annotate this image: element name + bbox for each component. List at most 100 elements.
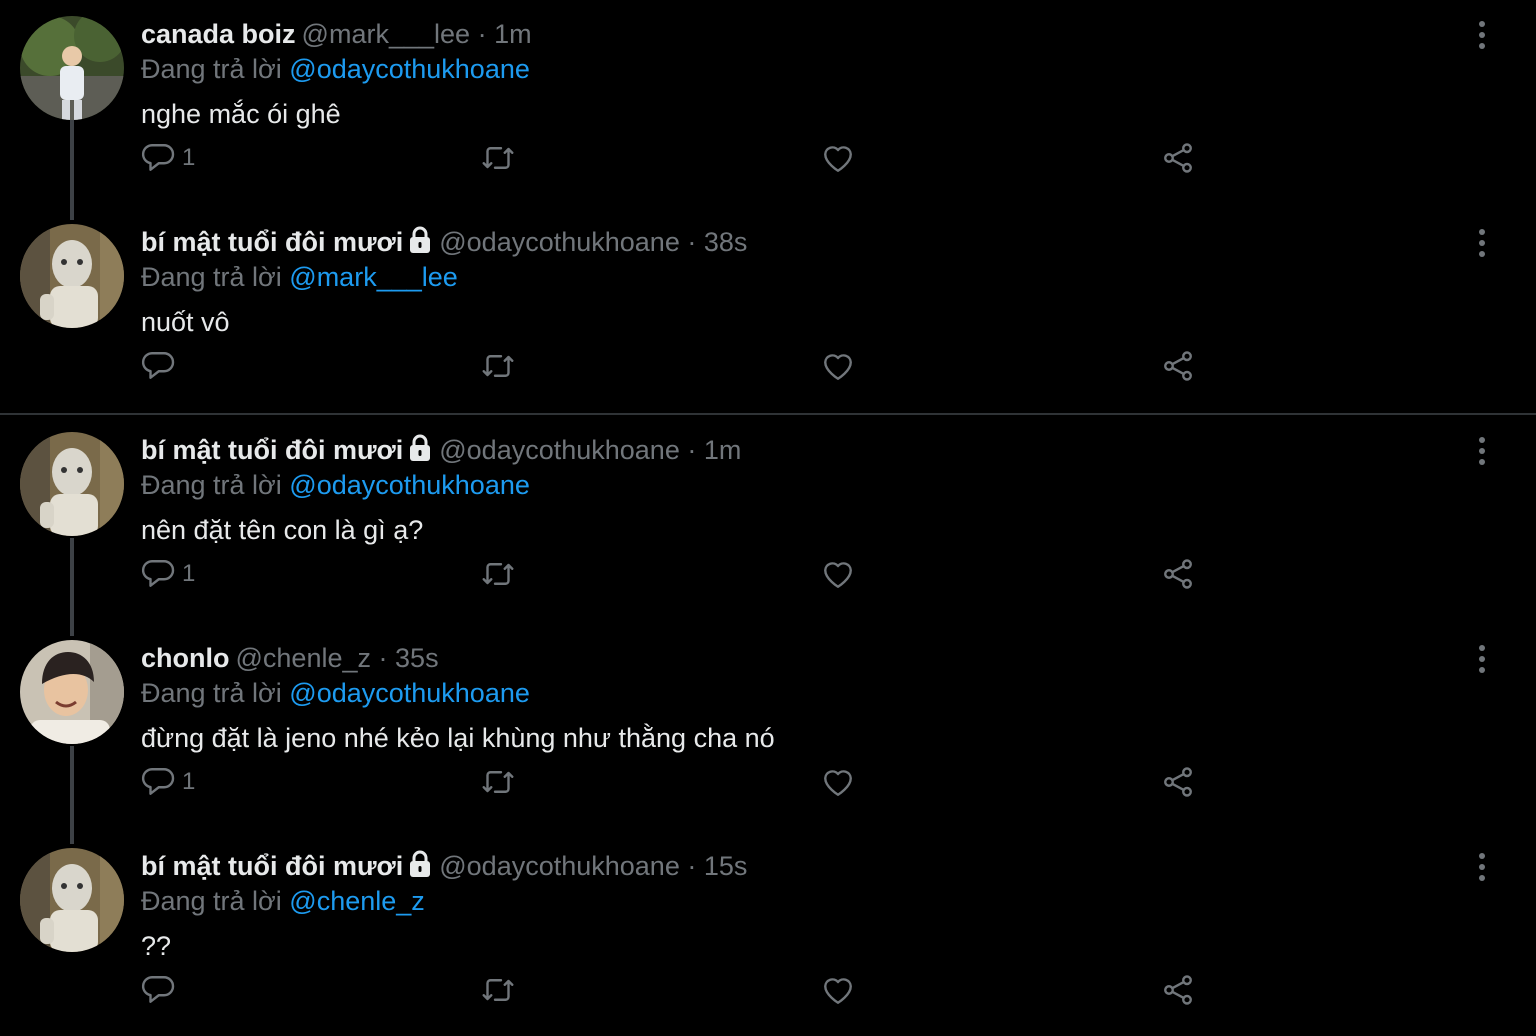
timestamp[interactable]: 1m <box>494 19 532 49</box>
share-icon <box>1160 556 1196 592</box>
reply-count: 1 <box>182 560 196 587</box>
more-options-icon[interactable] <box>1470 18 1494 52</box>
tweet[interactable]: bí mật tuổi đôi mươi @odaycothukhoane · 3… <box>0 208 1536 416</box>
avatar[interactable] <box>20 432 124 536</box>
like-button[interactable] <box>820 554 856 594</box>
tweet-actions <box>0 970 1536 1010</box>
like-button[interactable] <box>820 762 856 802</box>
more-options-icon[interactable] <box>1470 434 1494 468</box>
replying-to-label: Đang trả lời <box>141 678 282 708</box>
share-button[interactable] <box>1160 970 1196 1010</box>
retweet-icon <box>480 764 516 800</box>
retweet-icon <box>480 348 516 384</box>
like-button[interactable] <box>820 138 856 178</box>
user-handle[interactable]: @chenle_z <box>236 643 372 673</box>
tweet-text: nên đặt tên con là gì ạ? <box>141 515 424 545</box>
avatar[interactable] <box>20 16 124 120</box>
share-button[interactable] <box>1160 554 1196 594</box>
tweet-text: ?? <box>141 931 172 961</box>
retweet-button[interactable] <box>480 970 516 1010</box>
share-button[interactable] <box>1160 138 1196 178</box>
replying-to: Đang trả lời @odaycothukhoane <box>141 52 530 86</box>
heart-icon <box>820 972 856 1008</box>
user-handle[interactable]: @odaycothukhoane <box>439 435 680 465</box>
share-icon <box>1160 764 1196 800</box>
user-handle[interactable]: @mark___lee <box>302 19 471 49</box>
replying-to-label: Đang trả lời <box>141 262 282 292</box>
timestamp[interactable]: 15s <box>704 851 748 881</box>
share-icon <box>1160 140 1196 176</box>
tweet-header: bí mật tuổi đôi mươi @odaycothukhoane · 3… <box>141 224 747 260</box>
reply-icon <box>140 972 176 1008</box>
reply-button[interactable]: 1 <box>140 138 195 178</box>
reply-button[interactable]: 1 <box>140 762 195 802</box>
like-button[interactable] <box>820 970 856 1010</box>
user-handle[interactable]: @odaycothukhoane <box>439 227 680 257</box>
share-button[interactable] <box>1160 346 1196 386</box>
like-button[interactable] <box>820 346 856 386</box>
tweet-text: nghe mắc ói ghê <box>141 99 341 129</box>
heart-icon <box>820 556 856 592</box>
reply-button[interactable]: 1 <box>140 554 195 594</box>
tweet-actions: 1 <box>0 138 1536 178</box>
retweet-button[interactable] <box>480 554 516 594</box>
retweet-button[interactable] <box>480 138 516 178</box>
tweet[interactable]: bí mật tuổi đôi mươi @odaycothukhoane · 1… <box>0 832 1536 1036</box>
avatar[interactable] <box>20 848 124 952</box>
reply-icon <box>140 140 176 176</box>
separator-dot: · <box>687 435 697 465</box>
retweet-button[interactable] <box>480 762 516 802</box>
tweet-header: canada boiz @mark___lee · 1m <box>141 16 532 52</box>
tweet-text: nuốt vô <box>141 307 230 337</box>
reply-button[interactable] <box>140 346 182 386</box>
reply-count: 1 <box>182 768 196 795</box>
heart-icon <box>820 764 856 800</box>
reply-button[interactable] <box>140 970 182 1010</box>
display-name[interactable]: bí mật tuổi đôi mươi <box>141 435 403 465</box>
reply-icon <box>140 556 176 592</box>
user-handle[interactable]: @odaycothukhoane <box>439 851 680 881</box>
reply-icon <box>140 348 176 384</box>
more-options-icon[interactable] <box>1470 850 1494 884</box>
replying-to-label: Đang trả lời <box>141 470 282 500</box>
display-name[interactable]: bí mật tuổi đôi mươi <box>141 851 403 881</box>
heart-icon <box>820 140 856 176</box>
timestamp[interactable]: 38s <box>704 227 748 257</box>
display-name[interactable]: bí mật tuổi đôi mươi <box>141 227 403 257</box>
replying-to-label: Đang trả lời <box>141 54 282 84</box>
avatar[interactable] <box>20 640 124 744</box>
separator-dot: · <box>378 643 388 673</box>
reply-icon <box>140 764 176 800</box>
tweet-actions: 1 <box>0 762 1536 802</box>
retweet-button[interactable] <box>480 346 516 386</box>
tweet[interactable]: chonlo @chenle_z · 35s Đang trả lời @oday… <box>0 624 1536 832</box>
more-options-icon[interactable] <box>1470 642 1494 676</box>
share-icon <box>1160 972 1196 1008</box>
timestamp[interactable]: 35s <box>395 643 439 673</box>
replying-to-label: Đang trả lời <box>141 886 282 916</box>
share-icon <box>1160 348 1196 384</box>
replying-to: Đang trả lời @mark___lee <box>141 260 458 294</box>
mention-link[interactable]: @odaycothukhoane <box>289 470 530 500</box>
mention-link[interactable]: @mark___lee <box>289 262 458 292</box>
display-name[interactable]: chonlo <box>141 643 230 673</box>
lock-icon <box>407 434 433 471</box>
avatar[interactable] <box>20 224 124 328</box>
display-name[interactable]: canada boiz <box>141 19 296 49</box>
timestamp[interactable]: 1m <box>704 435 742 465</box>
more-options-icon[interactable] <box>1470 226 1494 260</box>
replying-to: Đang trả lời @odaycothukhoane <box>141 676 530 710</box>
tweet[interactable]: bí mật tuổi đôi mươi @odaycothukhoane · 1… <box>0 416 1536 624</box>
tweet[interactable]: canada boiz @mark___lee · 1m Đang trả lời… <box>0 0 1536 208</box>
mention-link[interactable]: @odaycothukhoane <box>289 678 530 708</box>
mention-link[interactable]: @chenle_z <box>289 886 425 916</box>
separator-dot: · <box>687 227 697 257</box>
share-button[interactable] <box>1160 762 1196 802</box>
replying-to: Đang trả lời @odaycothukhoane <box>141 468 530 502</box>
lock-icon <box>407 226 433 263</box>
tweet-header: chonlo @chenle_z · 35s <box>141 640 439 676</box>
separator-dot: · <box>477 19 487 49</box>
reply-count: 1 <box>182 144 196 171</box>
tweet-actions <box>0 346 1536 386</box>
mention-link[interactable]: @odaycothukhoane <box>289 54 530 84</box>
